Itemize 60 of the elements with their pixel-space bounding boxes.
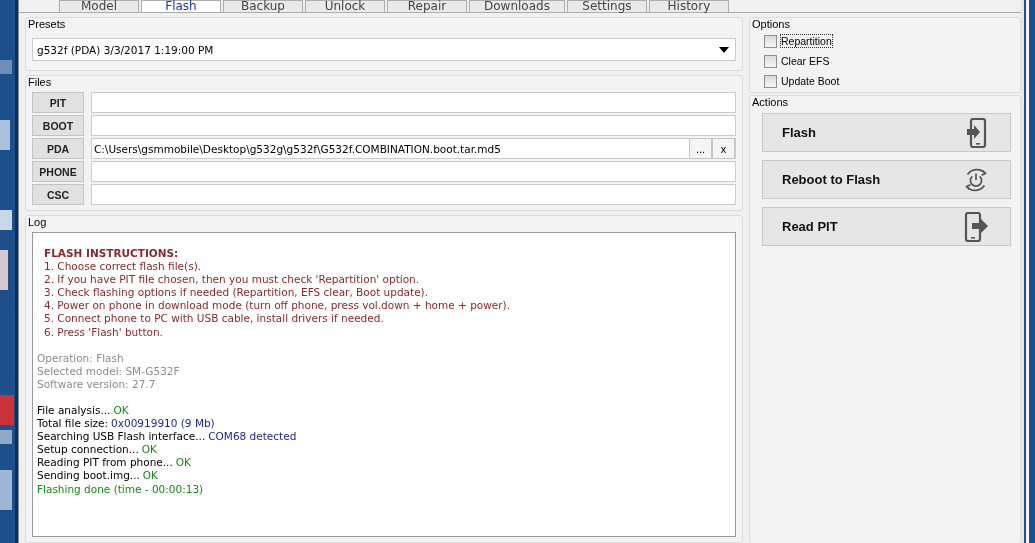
group-title: Files [28,76,52,88]
tab[interactable]: Downloads [469,0,565,12]
log-text: Operation: Flash [37,351,124,365]
tab[interactable]: Flash [141,0,221,12]
browse-button[interactable]: ... [689,138,712,159]
log-text: Searching USB Flash interface... [37,430,206,444]
file-button[interactable]: CSC [32,184,84,205]
clear-button[interactable]: x [712,138,735,159]
file-button[interactable]: PIT [32,92,84,113]
file-button[interactable]: BOOT [32,115,84,136]
log-text: 0x00919910 (9 Mb) [111,417,215,431]
phone-arrow-icon [964,211,990,242]
log-text: OK [113,403,129,418]
tab[interactable]: Unlock [305,0,385,12]
log-text: 4. Power on phone in download mode (turn off phone, press vol.down + home + power). [44,299,511,313]
action-button[interactable]: Read PIT [762,207,1011,246]
tab[interactable]: Repair [387,0,467,12]
checkbox-label[interactable]: Clear EFS [780,54,831,68]
log-text: COM68 detected [208,430,297,444]
log-text: Software version: 27.7 [37,377,156,391]
checkbox[interactable] [764,54,777,68]
log-text: 5. Connect phone to PC with USB cable, install drivers if needed. [44,312,384,326]
checkbox-label[interactable]: Update Boot [780,74,841,88]
action-button[interactable]: Reboot to Flash [762,160,1011,199]
log-text: Flashing done (time - 00:00:13) [37,482,204,496]
log-text: 3. Check flashing options if needed (Repartition, EFS clear, Boot update). [44,286,429,300]
group-title: Actions [752,96,789,108]
action-button[interactable]: Flash [762,113,1011,152]
path-field[interactable] [91,92,736,113]
path-field[interactable] [91,161,736,182]
log-text: Selected model: SM-G532F [37,364,180,378]
tab[interactable]: Settings [566,0,647,12]
log-text: Setup connection... [37,443,139,457]
log-text: OK [175,456,191,470]
log-text: OK [141,443,157,457]
checkbox[interactable] [764,74,777,88]
checkbox[interactable] [764,34,777,48]
group-title: Presets [28,18,66,30]
group-title: Options [752,18,790,30]
log-text: Reading PIT from phone... [37,456,173,470]
log-text: 6. Press 'Flash' button. [44,325,163,339]
path-field[interactable] [91,184,736,205]
group-title: Log [28,216,47,228]
log-text: OK [142,469,158,483]
caret-icon [719,46,729,53]
path-field[interactable]: C:\Users\gsmmobile\Desktop\g532g\g532f\G532f.COMBINATION.boot.tar.md5 ... x [91,138,736,159]
log-text: Sending boot.img... [37,469,140,483]
preset-dropdown[interactable]: g532f (PDA) 3/3/2017 1:19:00 PM [32,38,736,61]
log-text: 1. Choose correct flash file(s). [44,260,202,274]
file-button[interactable]: PDA [32,138,84,159]
log-text: File analysis... [37,403,111,418]
checkbox-label[interactable]: Repartition [780,34,833,48]
path-field[interactable] [91,115,736,136]
log-text: FLASH INSTRUCTIONS: [44,247,179,261]
log-text: Total file size: [37,417,109,431]
log-text: 2. If you have PIT file chosen, then you must check 'Repartition' option. [44,273,420,287]
tab[interactable]: Model [59,0,139,12]
tab[interactable]: Backup [223,0,303,12]
file-button[interactable]: PHONE [32,161,84,182]
tab[interactable]: History [648,0,729,12]
